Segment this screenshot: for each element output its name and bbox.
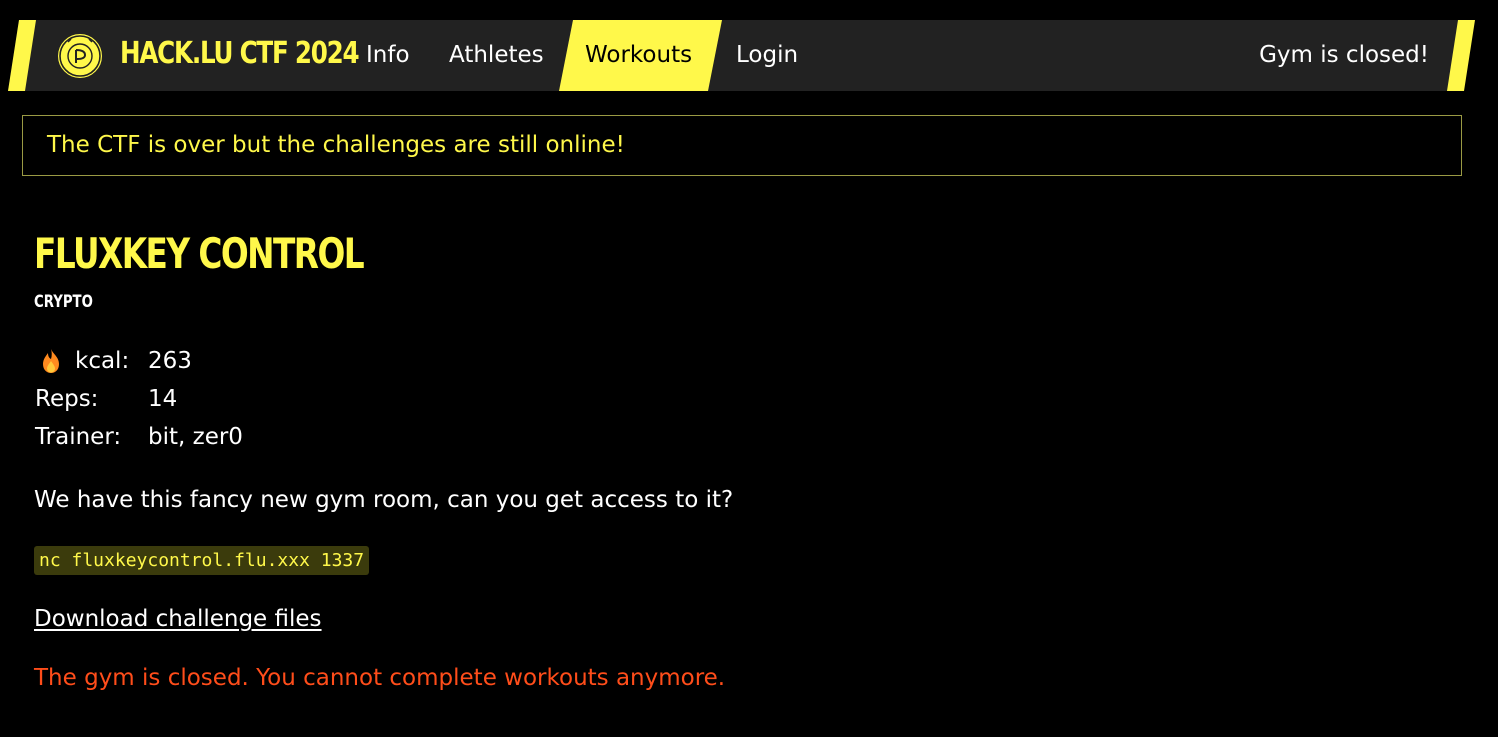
top-navbar: HACK.LU CTF 2024 Info Athletes Workouts … [8, 20, 1476, 91]
download-challenge-files-link[interactable]: Download challenge files [34, 600, 322, 638]
ctf-over-notice: The CTF is over but the challenges are s… [22, 115, 1462, 176]
gym-closed-message: The gym is closed. You cannot complete w… [34, 665, 726, 691]
nav-link-workouts[interactable]: Workouts [585, 20, 692, 91]
gym-status-text: Gym is closed! [1259, 42, 1429, 68]
trainer-value: bit, zer0 [148, 424, 243, 450]
flux-gym-logo-icon[interactable] [56, 32, 104, 80]
nav-link-login[interactable]: Login [736, 20, 798, 91]
challenge-description: We have this fancy new gym room, can you… [34, 487, 734, 513]
connection-command[interactable]: nc fluxkeycontrol.flu.xxx 1337 [34, 546, 370, 575]
nav-link-athletes[interactable]: Athletes [449, 20, 544, 91]
nav-link-info[interactable]: Info [366, 20, 410, 91]
kcal-value: 263 [148, 348, 192, 374]
flame-icon [43, 349, 59, 373]
challenge-title: FLUXKEY CONTROL [34, 229, 365, 278]
challenge-category: CRYPTO [34, 292, 93, 312]
brand-title[interactable]: HACK.LU CTF 2024 [120, 34, 360, 74]
notice-text: The CTF is over but the challenges are s… [47, 132, 625, 158]
reps-value: 14 [148, 386, 178, 412]
reps-label: Reps: [35, 386, 99, 412]
trainer-label: Trainer: [35, 424, 122, 450]
kcal-label: kcal: [75, 348, 130, 374]
